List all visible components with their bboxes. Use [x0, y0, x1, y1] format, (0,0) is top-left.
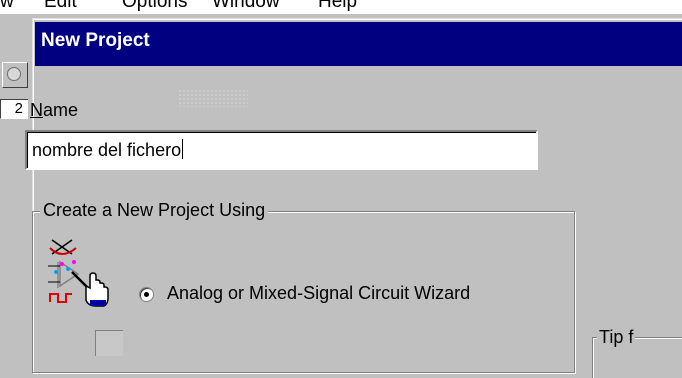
project-name-input[interactable]: nombre del fichero [25, 130, 538, 170]
background-value-field[interactable]: 2 [0, 99, 28, 119]
radio-selected-dot [144, 292, 149, 297]
wizard-option-radio[interactable] [139, 287, 154, 302]
text-caret [182, 139, 184, 159]
name-label: Name [30, 100, 78, 121]
wizard-option-label[interactable]: Analog or Mixed-Signal Circuit Wizard [167, 283, 470, 304]
name-label-rest: ame [43, 100, 79, 120]
menu-item-view[interactable]: w [0, 0, 14, 13]
toolbar-icon [7, 67, 21, 81]
project-name-value: nombre del fichero [32, 139, 184, 161]
background-texture [178, 89, 248, 107]
create-project-group-title: Create a New Project Using [40, 200, 269, 221]
tip-group-title: Tip f [597, 327, 636, 348]
circuit-wizard-icon [46, 236, 112, 308]
background-field-value: 2 [14, 100, 23, 117]
menu-item-help[interactable]: Help [318, 0, 357, 13]
menu-item-window[interactable]: Window [212, 0, 280, 13]
tip-group: Tip f [592, 327, 682, 378]
option-icon [95, 330, 123, 356]
menu-item-options[interactable]: Options [122, 0, 187, 13]
toolbar-button[interactable] [2, 62, 28, 88]
project-name-text: nombre del fichero [32, 140, 182, 160]
menu-item-edit[interactable]: Edit [44, 0, 77, 13]
name-label-accelerator: N [30, 100, 43, 120]
dialog-title: New Project [41, 30, 150, 51]
dialog-titlebar[interactable]: New Project [35, 22, 682, 66]
background-menubar: w Edit Options Window Help [0, 0, 682, 14]
